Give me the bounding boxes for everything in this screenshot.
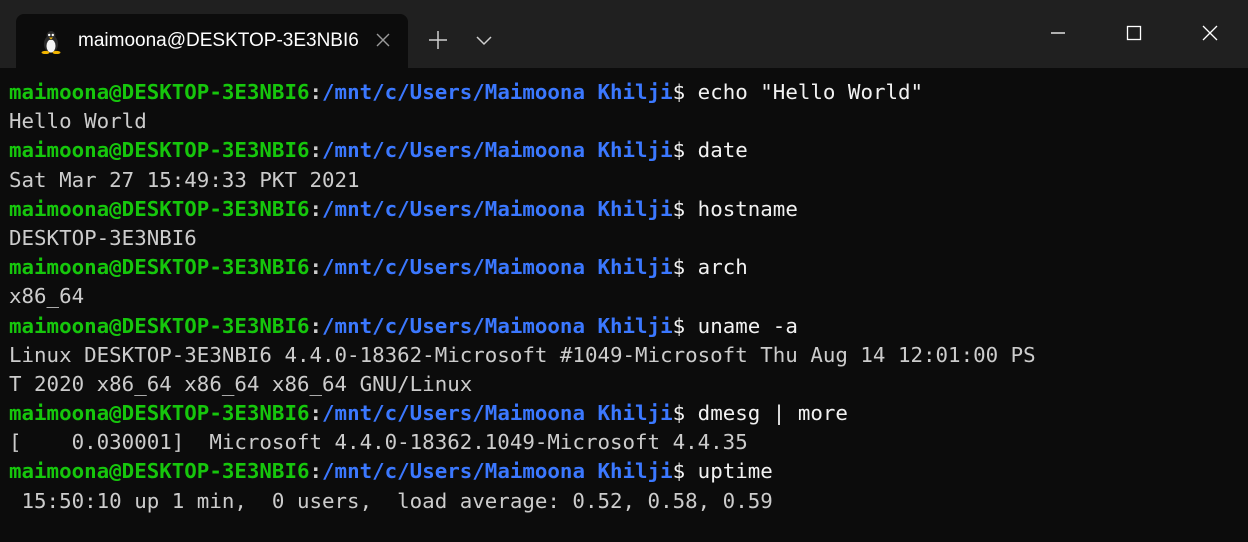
close-tab-button[interactable]	[370, 27, 396, 53]
output-line: 15:50:10 up 1 min, 0 users, load average…	[9, 487, 1248, 516]
tab-title: maimoona@DESKTOP-3E3NBI6	[78, 30, 359, 51]
output-text: T 2020 x86_64 x86_64 x86_64 GNU/Linux	[9, 371, 473, 396]
prompt-separator: :	[309, 401, 323, 426]
minimize-icon	[1051, 32, 1065, 34]
prompt-path: /mnt/c/Users/Maimoona Khilji	[322, 80, 673, 104]
prompt-line: maimoona@DESKTOP-3E3NBI6:/mnt/c/Users/Ma…	[9, 399, 1248, 428]
prompt-path: /mnt/c/Users/Maimoona Khilji	[322, 401, 673, 426]
command-text: dmesg | more	[697, 401, 848, 426]
chevron-down-icon	[476, 36, 492, 46]
prompt-line: maimoona@DESKTOP-3E3NBI6:/mnt/c/Users/Ma…	[9, 78, 1248, 107]
close-icon	[1202, 25, 1218, 41]
tab-ubuntu[interactable]: maimoona@DESKTOP-3E3NBI6	[16, 14, 408, 68]
prompt-separator: :	[309, 80, 323, 104]
tab-dropdown-button[interactable]	[470, 26, 498, 54]
plus-icon	[429, 31, 447, 49]
prompt-symbol: $	[672, 80, 698, 104]
prompt-path: /mnt/c/Users/Maimoona Khilji	[322, 459, 673, 484]
output-line: Hello World	[9, 107, 1248, 136]
output-text: [ 0.030001] Microsoft 4.4.0-18362.1049-M…	[9, 430, 748, 455]
prompt-separator: :	[309, 255, 323, 280]
command-text: hostname	[697, 196, 798, 221]
prompt-symbol: $	[672, 138, 698, 163]
prompt-path: /mnt/c/Users/Maimoona Khilji	[322, 138, 673, 163]
title-bar[interactable]: maimoona@DESKTOP-3E3NBI6	[0, 0, 1248, 68]
prompt-symbol: $	[672, 313, 698, 338]
minimize-button[interactable]	[1020, 0, 1096, 66]
close-window-button[interactable]	[1172, 0, 1248, 66]
maximize-button[interactable]	[1096, 0, 1172, 66]
prompt-user-host: maimoona@DESKTOP-3E3NBI6	[9, 80, 310, 104]
prompt-symbol: $	[672, 196, 698, 221]
output-line: T 2020 x86_64 x86_64 x86_64 GNU/Linux	[9, 370, 1248, 399]
output-text: Hello World	[9, 109, 147, 134]
output-line: [ 0.030001] Microsoft 4.4.0-18362.1049-M…	[9, 428, 1248, 457]
output-text: Linux DESKTOP-3E3NBI6 4.4.0-18362-Micros…	[9, 342, 1036, 367]
prompt-symbol: $	[672, 255, 698, 280]
prompt-separator: :	[309, 138, 323, 163]
prompt-user-host: maimoona@DESKTOP-3E3NBI6	[9, 255, 310, 280]
command-text: arch	[697, 255, 748, 280]
prompt-line: maimoona@DESKTOP-3E3NBI6:/mnt/c/Users/Ma…	[9, 195, 1248, 224]
output-line: Sat Mar 27 15:49:33 PKT 2021	[9, 166, 1248, 195]
prompt-user-host: maimoona@DESKTOP-3E3NBI6	[9, 459, 310, 484]
prompt-symbol: $	[672, 459, 698, 484]
output-line: DESKTOP-3E3NBI6	[9, 224, 1248, 253]
output-line: Linux DESKTOP-3E3NBI6 4.4.0-18362-Micros…	[9, 341, 1248, 370]
prompt-path: /mnt/c/Users/Maimoona Khilji	[322, 196, 673, 221]
prompt-path: /mnt/c/Users/Maimoona Khilji	[322, 313, 673, 338]
prompt-separator: :	[309, 196, 323, 221]
terminal-output[interactable]: maimoona@DESKTOP-3E3NBI6:/mnt/c/Users/Ma…	[0, 68, 1248, 542]
command-text: uptime	[697, 459, 773, 484]
prompt-line: maimoona@DESKTOP-3E3NBI6:/mnt/c/Users/Ma…	[9, 457, 1248, 486]
output-text: 15:50:10 up 1 min, 0 users, load average…	[9, 488, 773, 513]
command-text: uname -a	[697, 313, 798, 338]
output-text: x86_64	[9, 284, 85, 309]
prompt-line: maimoona@DESKTOP-3E3NBI6:/mnt/c/Users/Ma…	[9, 253, 1248, 282]
prompt-line: maimoona@DESKTOP-3E3NBI6:/mnt/c/Users/Ma…	[9, 136, 1248, 165]
tux-linux-icon	[40, 30, 62, 55]
output-text: DESKTOP-3E3NBI6	[9, 225, 197, 250]
prompt-path: /mnt/c/Users/Maimoona Khilji	[322, 255, 673, 280]
prompt-line: maimoona@DESKTOP-3E3NBI6:/mnt/c/Users/Ma…	[9, 312, 1248, 341]
prompt-symbol: $	[672, 401, 698, 426]
prompt-user-host: maimoona@DESKTOP-3E3NBI6	[9, 196, 310, 221]
command-text: date	[697, 138, 748, 163]
output-line: x86_64	[9, 282, 1248, 311]
new-tab-button[interactable]	[424, 26, 452, 54]
command-text: echo "Hello World"	[697, 80, 924, 104]
close-icon	[376, 33, 390, 47]
terminal-window: maimoona@DESKTOP-3E3NBI6 maimoona@DESKTO…	[0, 0, 1248, 542]
prompt-separator: :	[309, 313, 323, 338]
prompt-user-host: maimoona@DESKTOP-3E3NBI6	[9, 138, 310, 163]
maximize-icon	[1126, 25, 1142, 41]
output-text: Sat Mar 27 15:49:33 PKT 2021	[9, 167, 360, 192]
prompt-user-host: maimoona@DESKTOP-3E3NBI6	[9, 313, 310, 338]
prompt-user-host: maimoona@DESKTOP-3E3NBI6	[9, 401, 310, 426]
prompt-separator: :	[309, 459, 323, 484]
